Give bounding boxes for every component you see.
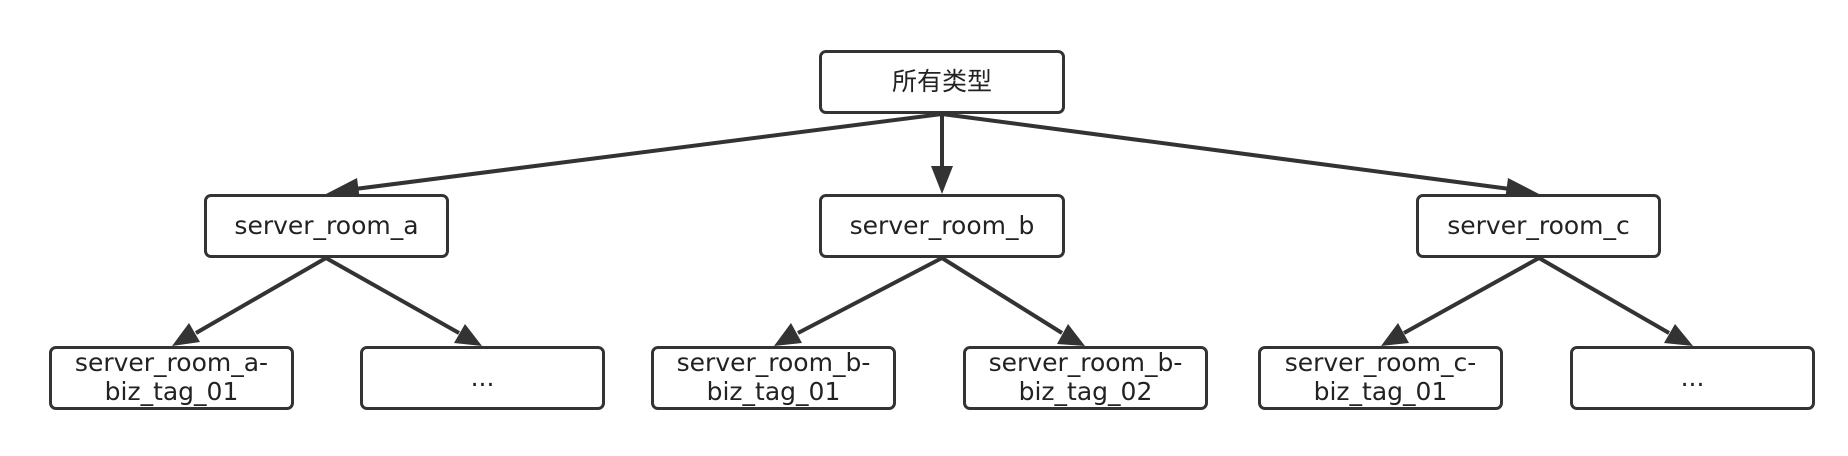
arrowhead-c-child-1 <box>1381 323 1409 346</box>
arrowhead-c-child-2 <box>1664 324 1693 346</box>
node-a-child-2-label: ... <box>470 362 495 392</box>
node-server-room-c-label: server_room_c <box>1447 210 1630 240</box>
node-root: 所有类型 <box>819 50 1065 114</box>
arrowhead-server-room-b <box>931 166 953 194</box>
node-c-child-2-label: ... <box>1680 362 1705 392</box>
node-c-child-1-line-2: biz_tag_01 <box>1313 377 1448 406</box>
node-server-room-b-label: server_room_b <box>849 210 1035 240</box>
edge-server-room-b-to-child-1 <box>797 256 943 335</box>
arrowhead-b-child-1 <box>774 323 802 346</box>
edge-server-room-c-to-child-2 <box>1538 256 1670 335</box>
edge-server-room-a-to-child-1 <box>195 256 327 335</box>
node-server-room-b-biz-tag-02: server_room_b- biz_tag_02 <box>963 346 1208 410</box>
arrowhead-a-child-1 <box>172 323 200 346</box>
node-server-room-c: server_room_c <box>1416 194 1661 258</box>
node-b-child-1-line-2: biz_tag_01 <box>706 377 841 406</box>
edge-server-room-a-to-child-2 <box>325 256 460 335</box>
node-server-room-a-label: server_room_a <box>234 210 419 240</box>
edge-root-to-server-room-c <box>941 112 1511 191</box>
node-server-room-a-ellipsis: ... <box>360 346 605 410</box>
arrowhead-b-child-2 <box>1057 324 1085 346</box>
node-b-child-2-line-1: server_room_b- <box>988 348 1183 378</box>
node-server-room-a: server_room_a <box>204 194 449 258</box>
edge-server-room-c-to-child-1 <box>1403 256 1540 335</box>
node-server-room-c-biz-tag-01: server_room_c- biz_tag_01 <box>1258 346 1503 410</box>
arrowhead-a-child-2 <box>454 324 482 346</box>
node-root-label: 所有类型 <box>891 66 992 96</box>
node-a-child-1-line-2: biz_tag_01 <box>104 377 239 406</box>
node-a-child-1-line-1: server_room_a- <box>74 348 269 378</box>
node-server-room-b: server_room_b <box>819 194 1065 258</box>
node-server-room-c-ellipsis: ... <box>1570 346 1815 410</box>
edge-server-room-b-to-child-2 <box>940 256 1064 335</box>
edge-root-to-server-room-a <box>354 112 943 191</box>
node-b-child-1-line-1: server_room_b- <box>676 348 871 378</box>
node-c-child-1-line-1: server_room_c- <box>1284 348 1477 378</box>
node-b-child-2-line-2: biz_tag_02 <box>1018 377 1153 406</box>
node-server-room-a-biz-tag-01: server_room_a- biz_tag_01 <box>49 346 294 410</box>
node-server-room-b-biz-tag-01: server_room_b- biz_tag_01 <box>651 346 896 410</box>
